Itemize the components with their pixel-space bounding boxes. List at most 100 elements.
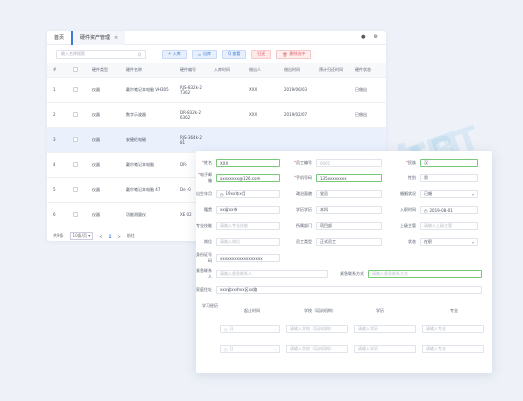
politics-value: 党员 [320,191,328,196]
delete-selected-button[interactable]: 🗑 删除选中 [276,49,312,59]
col-index: # [47,63,67,77]
row-index: 5 [47,176,67,202]
birth-value: 19xx年x月 [225,191,246,196]
email-label: 电子邮箱 [200,172,212,183]
study-major-input[interactable]: 请输入专业 [422,345,484,353]
study-degree-input[interactable]: 请输入学历 [354,345,416,353]
dept-value: 项目部 [320,223,332,228]
table-header: # 硬件类型 硬件名称 硬件编号 入库时间 借出人 借出时间 预计归还时间 硬件… [47,63,386,77]
row-checkbox[interactable] [73,136,78,142]
address-input[interactable]: xxx省xx市xx区xx路 [216,286,482,294]
study-major-placeholder: 请输入专业 [426,346,446,351]
row-checkbox[interactable] [73,161,78,167]
study-degree-placeholder: 请输入学历 [358,346,378,351]
col-select[interactable] [67,63,86,77]
study-degree-input[interactable]: 请输入学历 [354,325,416,333]
empno-input[interactable]: 0001 [316,159,382,167]
join-picker[interactable]: ◷ 2019-08-01 [420,206,478,214]
tab-home-label: 首页 [54,34,65,41]
marriage-label: 婚姻状况 [400,191,416,196]
join-value: 2019-08-01 [429,207,453,213]
row-checkbox[interactable] [73,211,78,217]
supervisor-input[interactable]: 请输入上级主管 [420,222,478,230]
row-select[interactable] [67,126,86,152]
row-select[interactable] [67,176,86,202]
view-button[interactable]: Q 查看 [221,49,247,59]
row-index: 6 [47,201,67,227]
row-select[interactable] [67,151,86,177]
chevron-down-icon: ▾ [88,233,91,238]
next-page-button[interactable]: > [117,234,120,239]
search-input[interactable]: 输入名称搜索 Q [56,49,146,59]
col-type: 硬件类型 [86,63,120,77]
return-button[interactable]: 归还 [251,49,272,59]
address-value: xxx省xx市xx区xx路 [220,287,258,292]
dept-select[interactable]: 项目部 [316,222,382,230]
row-code: RJS-832k-2 7362 [174,76,208,102]
settings-icon[interactable]: ⚙ [374,34,378,40]
row-checkbox[interactable] [73,186,78,192]
table-row[interactable]: 2 仪器 数字示波器 DR-832k-2 6362 XXX 2019/02/07… [47,101,386,127]
name-label: 姓名 [204,160,212,165]
state-label: 状态 [408,239,416,244]
name-value: XXX [220,160,229,166]
add-button[interactable]: + 入库 [162,49,187,59]
tab-home[interactable]: 首页 [47,31,71,45]
marriage-select[interactable]: 已婚 ▾ [420,190,478,198]
search-icon[interactable]: Q [138,52,141,57]
politics-select[interactable]: 党员 [316,190,382,198]
edu-select[interactable]: 本科 [316,206,382,214]
row-borrower: XXX [243,76,278,102]
select-all-checkbox[interactable] [73,66,78,72]
supervisor-placeholder: 请输入上级主管 [424,223,452,228]
phone-input[interactable]: 135xxxxxxxx [316,174,382,182]
row-checkbox[interactable] [73,86,78,92]
phone-label: 手机号码 [296,175,312,180]
ethnic-input[interactable]: 汉 [420,159,478,167]
close-icon[interactable]: × [114,35,118,41]
row-select[interactable] [67,201,86,227]
row-select[interactable] [67,76,86,102]
study-date-picker[interactable]: ◷ 日 - [220,325,280,333]
study-col-major: 专业 [450,308,458,313]
row-select[interactable] [67,101,86,127]
row-checkbox[interactable] [73,111,78,117]
study-row: ◷ 日 - 请输入学校（培训机构） 请输入学历 请输入专业 [220,344,484,354]
study-major-input[interactable]: 请输入专业 [422,325,484,333]
state-select[interactable]: 在职 ▾ [420,238,478,246]
pagination: 共9条 10条/页 ▾ < 1 > 前往 [53,232,135,240]
bell-icon[interactable]: ● [361,34,365,40]
gender-select[interactable]: 男 [420,174,478,182]
tab-hardware-assets[interactable]: 硬件资产管理 × [71,31,126,45]
row-in-time [208,126,243,152]
study-school-input[interactable]: 请输入学校（培训机构） [286,345,348,353]
study-school-input[interactable]: 请输入学校（培训机构） [286,325,348,333]
post-input[interactable]: 请输入岗位 [216,238,280,246]
page-size-select[interactable]: 10条/页 ▾ [69,232,94,240]
study-col-degree: 学历 [376,308,384,313]
out-button[interactable]: ⇒ 出库 [191,49,217,59]
prev-page-button[interactable]: < [99,234,102,239]
row-status [349,126,386,152]
page-number[interactable]: 1 [109,234,112,239]
idcard-input[interactable]: xxxxxxxxxxxxxxxxxx [216,254,280,262]
ethnic-value: 汉 [424,160,428,165]
emptype-select[interactable]: 正式员工 [316,238,382,246]
study-col-date: 起止时间 [244,308,260,313]
native-input[interactable]: xx省xx市 [216,206,280,214]
study-degree-placeholder: 请输入学历 [358,326,378,331]
row-code: RJS-364k-2 81 [174,126,208,152]
tab-bar: 首页 硬件资产管理 × ● ⚙ [47,31,386,45]
contact-input[interactable]: 请输入紧急联系人 [216,270,328,278]
contact-phone-input[interactable]: 请输入紧急联系方式 [368,270,482,278]
birth-picker[interactable]: ◷ 19xx年x月 [216,190,280,198]
name-input[interactable]: XXX [216,159,280,167]
row-out-time: 2019/02/07 [278,101,313,127]
skill-input[interactable]: 请输入专业技能 [216,222,280,230]
email-input[interactable]: xxxxxxxx@126.com [216,174,280,182]
gender-value: 男 [424,175,428,180]
study-date-picker[interactable]: ◷ 日 - [220,345,280,353]
col-borrower: 借出人 [243,63,278,77]
table-row[interactable]: 3 仪器 安捷伦电磁 RJS-364k-2 81 [47,126,386,152]
table-row[interactable]: 1 仪器 戴尔笔记本电脑 VH305 RJS-832k-2 7362 XXX 2… [47,76,386,102]
